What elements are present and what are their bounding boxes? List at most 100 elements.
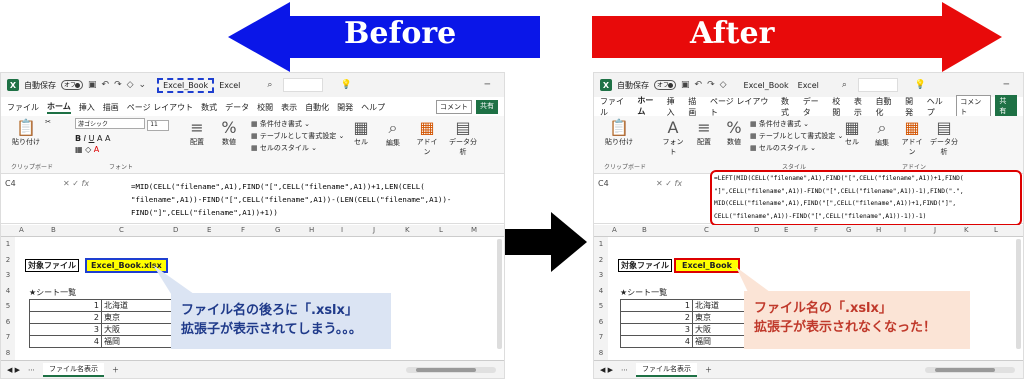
font-size-select[interactable]: 11 bbox=[147, 120, 170, 131]
search-box[interactable] bbox=[857, 78, 898, 92]
fill-color-icon[interactable]: ◇ bbox=[127, 80, 134, 90]
lightbulb-icon[interactable]: 💡 bbox=[915, 80, 926, 90]
cell-style-button[interactable]: ▦ セルのスタイル ⌄ bbox=[251, 142, 344, 154]
formula-text[interactable]: =MID(CELL("filename",A1),FIND("[",CELL("… bbox=[131, 180, 451, 219]
tab-review[interactable]: 校閲 bbox=[832, 96, 848, 118]
italic-icon[interactable]: I bbox=[84, 134, 86, 143]
cells-button[interactable]: ▦ セル bbox=[349, 118, 373, 147]
table-row: 2 東京 bbox=[29, 311, 172, 324]
name-box[interactable]: C4 bbox=[598, 179, 609, 188]
edit-button[interactable]: ⌕ 編集 bbox=[870, 118, 894, 148]
align-button[interactable]: ≡ 配置 bbox=[692, 118, 716, 147]
search-icon[interactable]: ⌕ bbox=[842, 80, 847, 90]
addin-button[interactable]: ▦ アドイン bbox=[415, 118, 439, 157]
fx-icon[interactable]: ✕ ✓ fx bbox=[656, 179, 682, 188]
tab-formulas[interactable]: 数式 bbox=[201, 102, 217, 113]
autosave-label: 自動保存 bbox=[24, 80, 56, 90]
tab-review[interactable]: 校閲 bbox=[257, 102, 273, 113]
tab-formulas[interactable]: 数式 bbox=[781, 96, 797, 118]
tab-view[interactable]: 表示 bbox=[281, 102, 297, 113]
search-icon[interactable]: ⌕ bbox=[267, 80, 272, 90]
align-icon: ≡ bbox=[190, 118, 204, 137]
prev-sheet-icon[interactable]: ◀ ▶ bbox=[7, 366, 20, 374]
more-sheets-icon[interactable]: ⋯ bbox=[28, 366, 35, 374]
undo-icon[interactable]: ↶ bbox=[102, 80, 110, 90]
minimize-icon[interactable]: ─ bbox=[1004, 80, 1009, 90]
save-icon[interactable]: ▣ bbox=[681, 80, 690, 90]
tab-automate[interactable]: 自動化 bbox=[305, 102, 329, 113]
number-button[interactable]: % 数値 bbox=[722, 118, 746, 147]
cond-format-button[interactable]: ▦ 条件付き書式 ⌄ bbox=[750, 118, 843, 130]
table-format-button[interactable]: ▦ テーブルとして書式設定 ⌄ bbox=[251, 130, 344, 142]
table-row: 4 福岡 bbox=[29, 335, 172, 348]
fill-color-icon[interactable]: ◇ bbox=[720, 80, 727, 90]
font-name-select[interactable]: 游ゴシック bbox=[75, 118, 145, 129]
tab-draw[interactable]: 描画 bbox=[688, 96, 704, 118]
filename-cell[interactable]: Excel_Book bbox=[674, 258, 740, 273]
underline-icon[interactable]: U bbox=[89, 134, 95, 143]
number-button[interactable]: % 数値 bbox=[217, 118, 241, 147]
save-icon[interactable]: ▣ bbox=[88, 80, 97, 90]
cells-button[interactable]: ▦ セル bbox=[840, 118, 864, 147]
file-name[interactable]: Excel_Book bbox=[157, 77, 215, 93]
tab-file[interactable]: ファイル bbox=[7, 102, 39, 113]
autosave-toggle[interactable]: オフ bbox=[61, 80, 83, 90]
add-sheet-icon[interactable]: ＋ bbox=[705, 365, 712, 375]
tab-draw[interactable]: 描画 bbox=[103, 102, 119, 113]
file-name[interactable]: Excel_Book bbox=[740, 80, 793, 91]
sheet-tab[interactable]: ファイル名表示 bbox=[43, 362, 104, 377]
tab-automate[interactable]: 自動化 bbox=[876, 96, 900, 118]
tab-page-layout[interactable]: ページ レイアウト bbox=[710, 96, 775, 118]
minimize-icon[interactable]: ─ bbox=[485, 80, 490, 90]
search-box[interactable] bbox=[283, 78, 324, 92]
tab-file[interactable]: ファイル bbox=[600, 96, 631, 118]
redo-icon[interactable]: ↷ bbox=[114, 80, 122, 90]
paste-button[interactable]: 📋 貼り付け bbox=[7, 118, 45, 147]
analyze-button[interactable]: ▤ データ分析 bbox=[449, 118, 477, 157]
sheet-tab[interactable]: ファイル名表示 bbox=[636, 362, 697, 377]
paste-button[interactable]: 📋 貼り付け bbox=[600, 118, 638, 147]
font-button[interactable]: A フォント bbox=[660, 118, 686, 157]
tab-help[interactable]: ヘルプ bbox=[927, 96, 951, 118]
border-fill-icons[interactable]: ▦ ◇ A bbox=[75, 145, 169, 154]
cell-style-button[interactable]: ▦ セルのスタイル ⌄ bbox=[750, 142, 843, 154]
edit-button[interactable]: ⌕ 編集 bbox=[381, 118, 405, 148]
vertical-scrollbar[interactable] bbox=[497, 239, 502, 349]
customize-icon[interactable]: ⌄ bbox=[139, 80, 147, 90]
undo-icon[interactable]: ↶ bbox=[695, 80, 703, 90]
share-button[interactable]: 共有 bbox=[476, 100, 498, 114]
tab-insert[interactable]: 挿入 bbox=[667, 96, 683, 118]
horizontal-scrollbar[interactable] bbox=[925, 366, 1015, 373]
sheet-grid: ABCDEFGHIJKLM 12345678910 対象ファイル Excel_B… bbox=[1, 225, 504, 372]
tab-developer[interactable]: 開発 bbox=[905, 96, 921, 118]
redo-icon[interactable]: ↷ bbox=[707, 80, 715, 90]
vertical-scrollbar[interactable] bbox=[1016, 239, 1021, 349]
addin-button[interactable]: ▦ アドイン bbox=[900, 118, 924, 157]
align-button[interactable]: ≡ 配置 bbox=[185, 118, 209, 147]
tab-data[interactable]: データ bbox=[803, 96, 827, 118]
tab-page-layout[interactable]: ページ レイアウト bbox=[127, 102, 193, 113]
add-sheet-icon[interactable]: ＋ bbox=[112, 365, 119, 375]
name-box[interactable]: C4 bbox=[5, 179, 16, 188]
percent-icon: % bbox=[726, 118, 742, 137]
tab-help[interactable]: ヘルプ bbox=[361, 102, 385, 113]
cond-format-button[interactable]: ▦ 条件付き書式 ⌄ bbox=[251, 118, 344, 130]
tab-view[interactable]: 表示 bbox=[854, 96, 870, 118]
bold-icon[interactable]: B bbox=[75, 134, 81, 143]
tab-data[interactable]: データ bbox=[225, 102, 249, 113]
prev-sheet-icon[interactable]: ◀ ▶ bbox=[600, 366, 613, 374]
horizontal-scrollbar[interactable] bbox=[406, 366, 496, 373]
table-format-button[interactable]: ▦ テーブルとして書式設定 ⌄ bbox=[750, 130, 843, 142]
formula-text[interactable]: =LEFT(MID(CELL("filename",A1),FIND("[",C… bbox=[714, 173, 964, 223]
tab-home[interactable]: ホーム bbox=[47, 101, 71, 114]
tab-insert[interactable]: 挿入 bbox=[79, 102, 95, 113]
comment-button[interactable]: コメント bbox=[436, 100, 472, 114]
more-sheets-icon[interactable]: ⋯ bbox=[621, 366, 628, 374]
analyze-button[interactable]: ▤ データ分析 bbox=[930, 118, 958, 157]
lightbulb-icon[interactable]: 💡 bbox=[340, 80, 351, 90]
autosave-toggle[interactable]: オフ bbox=[654, 80, 676, 90]
tab-developer[interactable]: 開発 bbox=[337, 102, 353, 113]
cut-icon[interactable]: ✂ bbox=[41, 118, 55, 126]
sheet-list-heading: ★シート一覧 bbox=[29, 288, 77, 297]
fx-icon[interactable]: ✕ ✓ fx bbox=[63, 179, 89, 188]
